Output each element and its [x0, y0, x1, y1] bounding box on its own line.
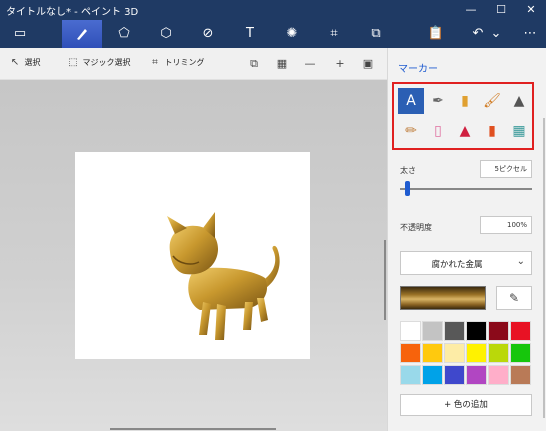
minimize-button[interactable]: —	[456, 0, 486, 20]
magic-select-button[interactable]: ⬚ マジック選択	[66, 56, 131, 70]
marker-icon[interactable]: A	[398, 88, 424, 114]
crayon-icon[interactable]: ▲	[452, 118, 478, 144]
pixel-pen-icon[interactable]: ▲	[506, 88, 532, 114]
title-bar: タイトルなし* - ペイント 3D — ☐ ✕	[0, 0, 546, 20]
texture-value: 腐かれた金属	[431, 260, 483, 270]
shapes-2d-icon[interactable]: ⬠	[104, 20, 144, 48]
color-swatch[interactable]	[488, 343, 509, 363]
brush-selection-highlight: A ✒ ▮ 🖌 ▲ ✏ ▯ ▲ ▮ ▦	[392, 82, 534, 150]
crop-label: トリミング	[164, 58, 205, 67]
eraser-icon[interactable]: ▯	[425, 118, 451, 144]
size-input[interactable]: 5ピクセル	[480, 160, 532, 178]
color-swatch[interactable]	[422, 365, 443, 385]
menu-icon[interactable]: ▭	[0, 20, 40, 48]
color-swatch[interactable]	[488, 365, 509, 385]
color-swatch[interactable]	[510, 321, 531, 341]
select-button[interactable]: ↖ 選択	[8, 56, 41, 70]
color-swatch[interactable]	[444, 343, 465, 363]
window-title: タイトルなし* - ペイント 3D	[6, 7, 139, 18]
eyedropper-icon[interactable]: ✎	[496, 286, 532, 310]
chevron-down-icon: ⌄	[516, 256, 525, 267]
magic-select-icon: ⬚	[68, 57, 78, 68]
opacity-input[interactable]: 100%	[480, 216, 532, 234]
canvas-icon[interactable]: ⌗	[314, 20, 354, 48]
color-swatch[interactable]	[400, 343, 421, 363]
text-icon[interactable]: T	[230, 20, 270, 48]
close-button[interactable]: ✕	[516, 0, 546, 20]
brush-panel: マーカー A ✒ ▮ 🖌 ▲ ✏ ▯ ▲ ▮ ▦ 太さ 5ピクセル 不透明度 100% 腐かれた金…	[387, 48, 546, 431]
effects-icon[interactable]: ✺	[272, 20, 312, 48]
zoom-out-icon[interactable]: —	[300, 54, 320, 74]
panel-scrollbar[interactable]	[543, 118, 545, 418]
panel-title: マーカー	[398, 64, 438, 75]
grid-icon[interactable]: ▦	[272, 54, 292, 74]
size-label: 太さ	[400, 166, 416, 175]
main-toolbar: ▭ ⬠ ⬡ ⊘ T ✺ ⌗ ⧉ 📋 ↶ ⌄ ⋯	[0, 20, 546, 48]
add-color-button[interactable]: + 色の追加	[400, 394, 532, 416]
image-icon[interactable]: ▣	[358, 54, 378, 74]
shapes-3d-icon[interactable]: ⬡	[146, 20, 186, 48]
color-swatch[interactable]	[488, 321, 509, 341]
watercolor-brush-icon[interactable]: 🖌	[479, 88, 505, 114]
color-swatch[interactable]	[466, 321, 487, 341]
color-swatch[interactable]	[466, 365, 487, 385]
texture-dropdown[interactable]: 腐かれた金属 ⌄	[400, 251, 532, 275]
color-swatch[interactable]	[422, 321, 443, 341]
more-icon[interactable]: ⋯	[510, 20, 546, 48]
color-swatch[interactable]	[466, 343, 487, 363]
calligraphy-pen-icon[interactable]: ✒	[425, 88, 451, 114]
select-cursor-icon: ↖	[10, 57, 20, 68]
size-slider-thumb[interactable]	[404, 181, 410, 196]
zoom-in-icon[interactable]: +	[330, 54, 350, 74]
opacity-label: 不透明度	[400, 223, 432, 232]
magic-select-label: マジック選択	[82, 58, 131, 67]
color-swatch[interactable]	[510, 365, 531, 385]
color-swatch[interactable]	[444, 365, 465, 385]
crop-icon: ⌗	[152, 57, 158, 68]
color-swatch[interactable]	[400, 365, 421, 385]
color-swatch[interactable]	[510, 343, 531, 363]
color-swatch[interactable]	[400, 321, 421, 341]
vertical-scrollbar[interactable]	[384, 240, 386, 320]
brushes-icon[interactable]	[62, 20, 102, 48]
spray-can-icon[interactable]: ▮	[479, 118, 505, 144]
current-texture-swatch[interactable]	[400, 286, 486, 310]
gold-cat-model[interactable]	[75, 152, 310, 359]
horizontal-scrollbar[interactable]	[110, 428, 276, 430]
size-slider-track[interactable]	[400, 188, 532, 190]
sub-toolbar: ↖ 選択 ⬚ マジック選択 ⌗ トリミング ⧉ ▦ — + ▣	[0, 48, 387, 80]
oil-brush-icon[interactable]: ▮	[452, 88, 478, 114]
workspace[interactable]	[0, 80, 387, 431]
color-swatch[interactable]	[422, 343, 443, 363]
add-color-label: 色の追加	[453, 400, 488, 410]
stickers-icon[interactable]: ⊘	[188, 20, 228, 48]
plus-icon: +	[444, 400, 452, 410]
pencil-icon[interactable]: ✏	[398, 118, 424, 144]
color-swatch[interactable]	[444, 321, 465, 341]
select-label: 選択	[24, 58, 41, 67]
crop-button[interactable]: ⌗ トリミング	[148, 56, 205, 70]
library-3d-icon[interactable]: ⧉	[356, 20, 396, 48]
maximize-button[interactable]: ☐	[486, 0, 516, 20]
view-3d-icon[interactable]: ⧉	[244, 54, 264, 74]
fill-bucket-icon[interactable]: ▦	[506, 118, 532, 144]
drawing-canvas[interactable]	[75, 152, 310, 359]
paste-icon[interactable]: 📋	[416, 20, 456, 48]
history-chevron-icon[interactable]: ⌄	[486, 20, 506, 48]
